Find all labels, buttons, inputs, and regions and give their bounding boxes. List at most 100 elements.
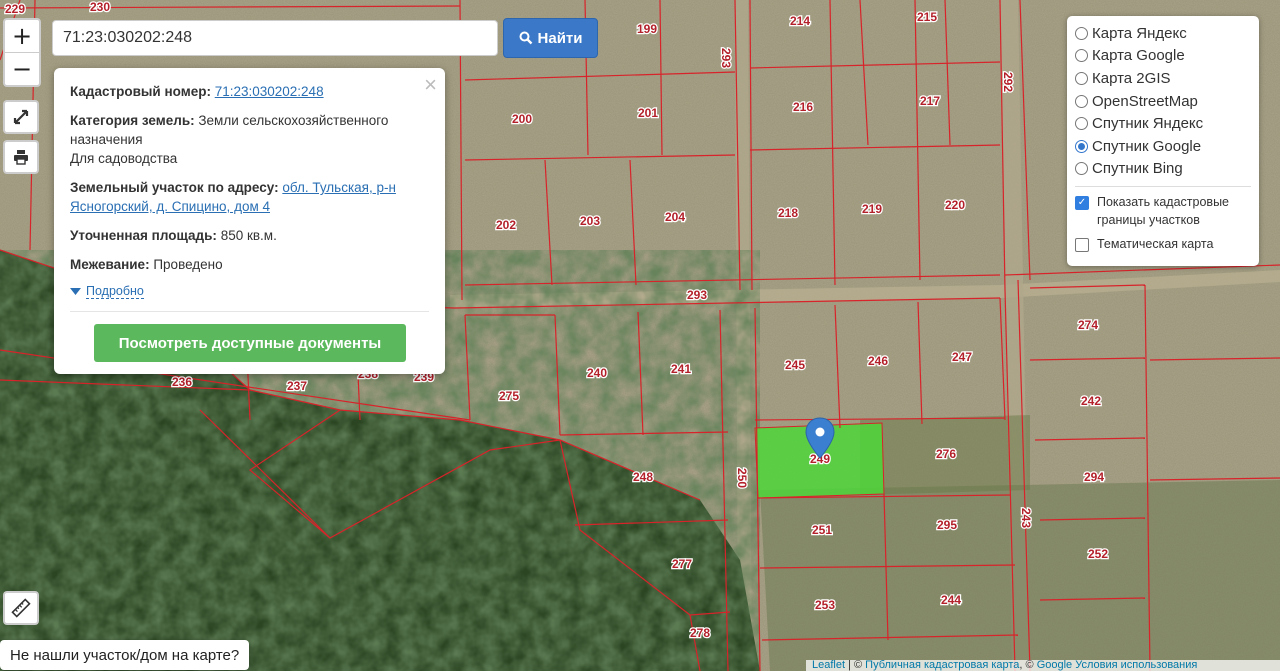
parcel-number-label: 217 bbox=[920, 94, 940, 108]
area-row: Уточненная площадь: 850 кв.м. bbox=[70, 226, 429, 245]
parcel-number-label: 201 bbox=[638, 106, 658, 120]
parcel-number-label: 219 bbox=[862, 202, 882, 216]
parcel-number-label: 277 bbox=[672, 557, 692, 571]
parcel-number-label: 214 bbox=[790, 14, 810, 28]
base-layer-options: Карта Яндекс Карта Google Карта 2GIS OpenSt… bbox=[1075, 22, 1251, 180]
layer-radio[interactable] bbox=[1075, 139, 1088, 153]
layer-option[interactable]: OpenStreetMap bbox=[1075, 90, 1251, 113]
parcel-number-label: 199 bbox=[637, 22, 657, 36]
layer-switcher: Карта Яндекс Карта Google Карта 2GIS OpenSt… bbox=[1067, 16, 1259, 266]
zoom-in-button[interactable]: + bbox=[5, 20, 39, 53]
layer-option[interactable]: Карта Google bbox=[1075, 45, 1251, 68]
search-input[interactable] bbox=[52, 20, 498, 56]
parcel-number-label: 294 bbox=[1084, 470, 1104, 484]
leaflet-link[interactable]: Leaflet bbox=[812, 660, 845, 671]
thematic-map-label: Тематическая карта bbox=[1097, 237, 1214, 252]
parcel-number-label: 230 bbox=[90, 0, 110, 14]
cadastral-row: Кадастровый номер: 71:23:030202:248 bbox=[70, 82, 429, 101]
view-documents-button[interactable]: Посмотреть доступные документы bbox=[94, 324, 406, 362]
layer-radio[interactable] bbox=[1075, 49, 1088, 63]
show-borders-checkbox[interactable] bbox=[1075, 196, 1089, 211]
search-button[interactable]: Найти bbox=[503, 18, 598, 58]
area-value: 850 кв.м. bbox=[220, 228, 277, 243]
parcel-number-label: 275 bbox=[499, 389, 519, 403]
parcel-number-label: 293 bbox=[687, 288, 707, 302]
parcel-number-label: 240 bbox=[587, 366, 607, 380]
thematic-map-checkbox[interactable] bbox=[1075, 238, 1089, 253]
parcel-number-label: 278 bbox=[690, 626, 710, 640]
parcel-number-label: 242 bbox=[1081, 394, 1101, 408]
layer-option-label: OpenStreetMap bbox=[1092, 92, 1198, 110]
land-use-value: Для садоводства bbox=[70, 151, 178, 166]
layer-option-label: Карта Google bbox=[1092, 47, 1185, 65]
parcel-number-label: 229 bbox=[5, 2, 25, 16]
search-button-label: Найти bbox=[537, 29, 583, 47]
zoom-out-button[interactable]: − bbox=[5, 53, 39, 85]
layer-radio[interactable] bbox=[1075, 71, 1088, 85]
pkk-link[interactable]: Публичная кадастровая карта bbox=[865, 660, 1019, 671]
parcel-number-label: 243 bbox=[1019, 508, 1033, 528]
fullscreen-button[interactable] bbox=[3, 100, 39, 134]
parcel-number-label: 276 bbox=[936, 447, 956, 461]
cadastral-number-link[interactable]: 71:23:030202:248 bbox=[215, 84, 324, 99]
parcel-number-label: 292 bbox=[1001, 72, 1015, 92]
not-found-button[interactable]: Не нашли участок/дом на карте? bbox=[0, 640, 250, 670]
parcel-number-label: 252 bbox=[1088, 547, 1108, 561]
details-toggle[interactable]: Подробно bbox=[70, 284, 429, 299]
survey-row: Межевание: Проведено bbox=[70, 255, 429, 274]
caret-down-icon bbox=[70, 287, 81, 295]
show-borders-toggle[interactable]: Показать кадастровые границы участков bbox=[1075, 193, 1251, 229]
layer-radio[interactable] bbox=[1075, 162, 1088, 176]
parcel-number-label: 250 bbox=[735, 468, 749, 488]
show-borders-label: Показать кадастровые границы участков bbox=[1097, 195, 1230, 228]
parcel-number-label: 237 bbox=[287, 379, 307, 393]
area-label: Уточненная площадь: bbox=[70, 228, 217, 243]
parcel-number-label: 248 bbox=[633, 470, 653, 484]
close-popup-button[interactable]: × bbox=[424, 72, 437, 98]
category-label: Категория земель: bbox=[70, 113, 195, 128]
survey-value: Проведено bbox=[153, 257, 223, 272]
category-row: Категория земель: Земли сельскохозяйстве… bbox=[70, 111, 429, 168]
layer-radio[interactable] bbox=[1075, 117, 1088, 131]
layer-option-label: Спутник Яндекс bbox=[1092, 115, 1204, 133]
survey-label: Межевание: bbox=[70, 257, 150, 272]
thematic-map-toggle[interactable]: Тематическая карта bbox=[1075, 235, 1251, 253]
layer-option-label: Спутник Bing bbox=[1092, 160, 1183, 178]
parcel-number-label: 274 bbox=[1078, 318, 1098, 332]
parcel-number-label: 200 bbox=[512, 112, 532, 126]
parcel-number-label: 203 bbox=[580, 214, 600, 228]
address-label: Земельный участок по адресу: bbox=[70, 180, 279, 195]
divider bbox=[1075, 186, 1251, 188]
map-attribution: Leaflet | © Публичная кадастровая карта,… bbox=[806, 660, 1280, 671]
parcel-number-label: 204 bbox=[665, 210, 685, 224]
divider bbox=[70, 311, 429, 312]
parcel-number-label: 244 bbox=[941, 593, 961, 607]
parcel-number-label: 236 bbox=[172, 375, 192, 389]
cadastral-label: Кадастровый номер: bbox=[70, 84, 211, 99]
parcel-number-label: 253 bbox=[815, 598, 835, 612]
layer-option-label: Спутник Google bbox=[1092, 137, 1202, 155]
layer-option[interactable]: Спутник Google bbox=[1075, 135, 1251, 158]
parcel-number-label: 202 bbox=[496, 218, 516, 232]
zoom-control: + − bbox=[3, 18, 41, 87]
details-link[interactable]: Подробно bbox=[86, 284, 144, 299]
google-link[interactable]: Google bbox=[1037, 660, 1072, 671]
parcel-number-label: 245 bbox=[785, 358, 805, 372]
parcel-number-label: 216 bbox=[793, 100, 813, 114]
parcel-number-label: 215 bbox=[917, 10, 937, 24]
layer-option[interactable]: Спутник Яндекс bbox=[1075, 112, 1251, 135]
layer-option[interactable]: Спутник Bing bbox=[1075, 158, 1251, 181]
layer-radio[interactable] bbox=[1075, 94, 1088, 108]
printer-icon bbox=[14, 150, 28, 165]
terms-link[interactable]: Условия использования bbox=[1075, 660, 1197, 671]
layer-option-label: Карта Яндекс bbox=[1092, 24, 1187, 42]
print-button[interactable] bbox=[3, 140, 39, 174]
layer-option[interactable]: Карта 2GIS bbox=[1075, 67, 1251, 90]
layer-option[interactable]: Карта Яндекс bbox=[1075, 22, 1251, 45]
ruler-button[interactable] bbox=[3, 591, 39, 625]
parcel-number-label: 246 bbox=[868, 354, 888, 368]
ruler-icon bbox=[11, 598, 31, 618]
layer-radio[interactable] bbox=[1075, 26, 1088, 40]
parcel-number-label: 295 bbox=[937, 518, 957, 532]
parcel-number-label: 293 bbox=[719, 48, 733, 68]
